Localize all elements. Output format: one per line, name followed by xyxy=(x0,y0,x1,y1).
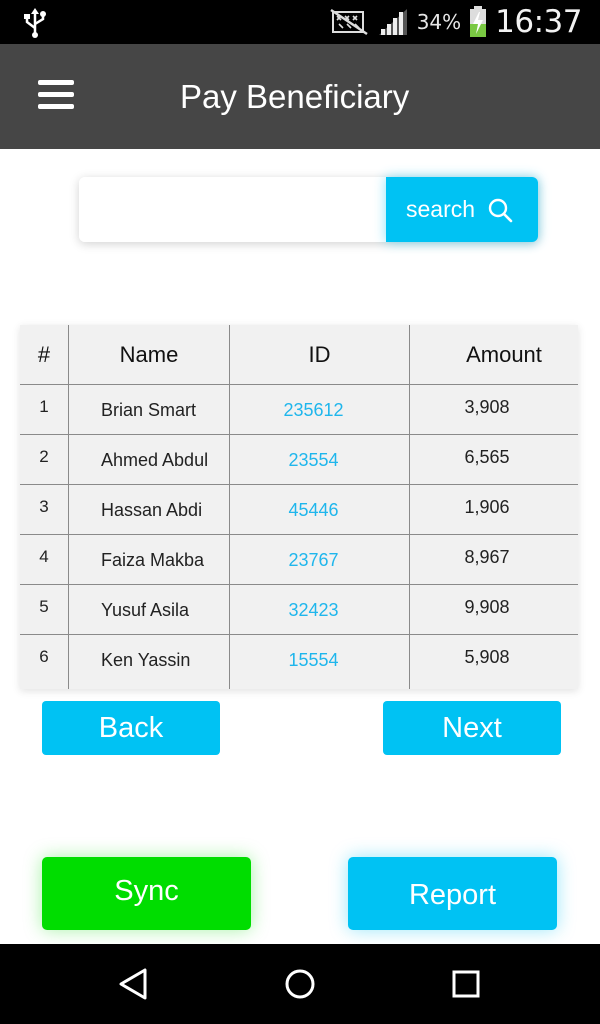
usb-icon xyxy=(24,8,46,38)
hamburger-menu-icon[interactable] xyxy=(38,80,74,110)
recents-square-icon[interactable] xyxy=(446,964,486,1004)
beneficiary-id-link[interactable]: 45446 xyxy=(230,485,409,535)
beneficiary-id-link[interactable]: 235612 xyxy=(230,385,409,435)
amount: 3,908 xyxy=(464,397,510,417)
row-number: 1 xyxy=(39,397,49,416)
beneficiary-id-link[interactable]: 23554 xyxy=(230,435,409,485)
beneficiary-name: Ken Yassin xyxy=(101,649,191,670)
status-bar: 34% 16:37 xyxy=(0,0,600,44)
column-header-amount: Amount xyxy=(466,342,542,367)
beneficiary-name: Ahmed Abdul xyxy=(101,449,209,470)
clock: 16:37 xyxy=(495,4,582,40)
row-number: 2 xyxy=(39,447,49,466)
column-header-number: # xyxy=(37,342,51,367)
home-circle-icon[interactable] xyxy=(280,964,320,1004)
beneficiary-name: Hassan Abdi xyxy=(101,499,203,520)
amount: 8,967 xyxy=(464,547,510,567)
row-number: 5 xyxy=(39,597,49,616)
beneficiary-name: Faiza Makba xyxy=(101,549,205,570)
beneficiary-table: # Name ID Amount 1 Brian Smart 235612 3,… xyxy=(20,325,578,689)
search-icon xyxy=(488,198,513,222)
back-triangle-icon[interactable] xyxy=(113,964,153,1004)
amount: 5,908 xyxy=(464,647,510,667)
signal-icon xyxy=(378,9,407,35)
row-number: 3 xyxy=(39,497,49,516)
battery-charging-icon xyxy=(470,6,487,37)
row-number: 6 xyxy=(39,647,49,666)
beneficiary-id-link[interactable]: 15554 xyxy=(230,635,409,685)
beneficiary-name: Brian Smart xyxy=(101,399,197,420)
report-button[interactable]: Report xyxy=(348,857,557,930)
page-title: Pay Beneficiary xyxy=(180,78,410,115)
beneficiary-id-link[interactable]: 32423 xyxy=(230,585,409,635)
search-button[interactable]: search xyxy=(386,177,538,242)
app-bar: Pay Beneficiary xyxy=(0,44,600,149)
next-button[interactable]: Next xyxy=(383,701,561,755)
amount: 6,565 xyxy=(464,447,510,467)
battery-percent: 34% xyxy=(416,10,462,34)
amount: 9,908 xyxy=(464,597,510,617)
column-header-id: ID xyxy=(308,342,331,367)
amount: 1,906 xyxy=(464,497,510,517)
row-number: 4 xyxy=(39,547,49,566)
back-button[interactable]: Back xyxy=(42,701,220,755)
sync-button[interactable]: Sync xyxy=(42,857,251,930)
no-sim-icon xyxy=(330,8,368,36)
beneficiary-id-link[interactable]: 23767 xyxy=(230,535,409,585)
beneficiary-name: Yusuf Asila xyxy=(101,599,190,620)
search-input[interactable] xyxy=(79,177,386,242)
column-header-name: Name xyxy=(119,342,179,367)
search-button-label: search xyxy=(406,196,476,222)
system-nav-bar xyxy=(0,944,600,1024)
search-bar: search xyxy=(79,177,538,242)
